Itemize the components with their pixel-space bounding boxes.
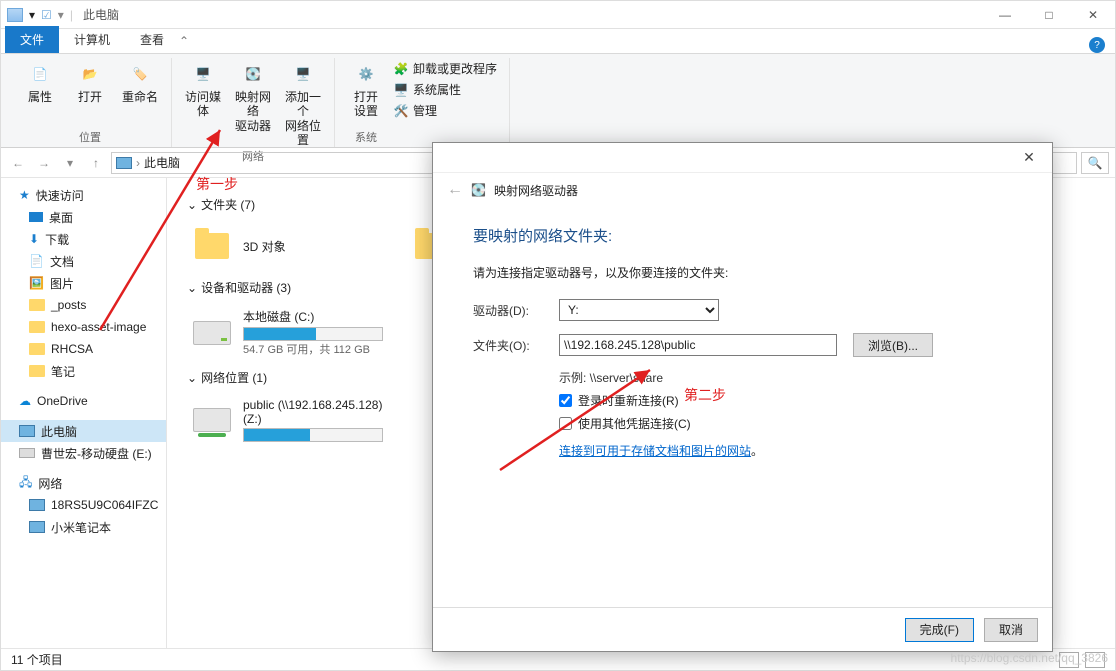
window-controls: — □ ✕ [983, 1, 1115, 29]
othercred-checkbox[interactable] [559, 417, 572, 430]
sidebar-net2[interactable]: 小米笔记本 [1, 516, 166, 538]
ribbon: 📄属性 📂打开 🏷️重命名 位置 🖥️访问媒体 💽映射网络 驱动器 🖥️添加一个… [1, 54, 1115, 148]
sidebar-notes[interactable]: 笔记 [1, 360, 166, 382]
sidebar-network[interactable]: 🖧网络 [1, 472, 166, 494]
dialog-close-button[interactable]: ✕ [1014, 149, 1044, 166]
qat-dropdown-icon[interactable]: ▾ [58, 8, 64, 22]
reconnect-checkbox[interactable] [559, 394, 572, 407]
sidebar-pictures[interactable]: 🖼️图片 [1, 272, 166, 294]
folder-label: 文件夹(O): [473, 337, 543, 354]
window-title: 此电脑 [83, 6, 119, 23]
manage-button[interactable]: 🛠️管理 [393, 102, 497, 119]
chevron-down-icon: ⌄ [187, 371, 197, 385]
open-settings-button[interactable]: ⚙️打开 设置 [343, 58, 389, 119]
pc-icon [116, 157, 132, 169]
maximize-button[interactable]: □ [1027, 1, 1071, 29]
open-button[interactable]: 📂打开 [67, 58, 113, 104]
drive-c[interactable]: 本地磁盘 (C:) 54.7 GB 可用，共 112 GB [187, 304, 387, 361]
map-network-drive-dialog: ✕ ← 💽 映射网络驱动器 要映射的网络文件夹: 请为连接指定驱动器号，以及你要… [432, 142, 1053, 652]
help-icon[interactable]: ? [1089, 37, 1105, 53]
group-label-location: 位置 [79, 129, 101, 145]
titlebar: ▾ ☑ ▾ | 此电脑 — □ ✕ [1, 1, 1115, 29]
sidebar-net1[interactable]: 18RS5U9C064IFZC [1, 494, 166, 516]
dialog-header: ← 💽 映射网络驱动器 [433, 173, 1052, 207]
minimize-button[interactable]: — [983, 1, 1027, 29]
ribbon-group-system: ⚙️打开 设置 系统 🧩卸载或更改程序 🖥️系统属性 🛠️管理 [335, 58, 510, 147]
reconnect-checkbox-row[interactable]: 登录时重新连接(R) [559, 392, 1012, 409]
close-button[interactable]: ✕ [1071, 1, 1115, 29]
app-icon [7, 8, 23, 22]
group-label-system: 系统 [355, 129, 377, 145]
sidebar-onedrive[interactable]: ☁OneDrive [1, 390, 166, 412]
network-drive-z[interactable]: public (\\192.168.245.128) (Z:) [187, 394, 387, 446]
sidebar-hexo[interactable]: hexo-asset-image [1, 316, 166, 338]
dialog-footer: 完成(F) 取消 [433, 607, 1052, 651]
othercred-label: 使用其他凭据连接(C) [578, 415, 691, 432]
properties-button[interactable]: 📄属性 [17, 58, 63, 104]
qat-item[interactable]: ▾ [29, 8, 35, 22]
folder-3dobjects[interactable]: 3D 对象 [187, 221, 387, 271]
status-count: 11 个项目 [11, 651, 63, 668]
uninstall-programs-button[interactable]: 🧩卸载或更改程序 [393, 60, 497, 77]
chevron-down-icon: ⌄ [187, 281, 197, 295]
dialog-description: 请为连接指定驱动器号，以及你要连接的文件夹: [473, 264, 1012, 281]
chevron-right-icon[interactable]: › [136, 156, 140, 170]
dialog-heading: 要映射的网络文件夹: [473, 225, 1012, 246]
sidebar-downloads[interactable]: ⬇下载 [1, 228, 166, 250]
sidebar-desktop[interactable]: 桌面 [1, 206, 166, 228]
othercred-checkbox-row[interactable]: 使用其他凭据连接(C) [559, 415, 1012, 432]
cancel-button[interactable]: 取消 [984, 618, 1038, 642]
tab-view[interactable]: 查看 [125, 26, 179, 53]
drive-icon: 💽 [471, 183, 486, 197]
chevron-down-icon: ⌄ [187, 198, 197, 212]
quick-access-toolbar: ▾ ☑ ▾ | 此电脑 [1, 6, 119, 23]
sidebar-quick-access[interactable]: ★快速访问 [1, 184, 166, 206]
folder-input[interactable] [559, 334, 837, 356]
dialog-title: 映射网络驱动器 [494, 182, 578, 199]
folder-row: 文件夹(O): 浏览(B)... [473, 333, 1012, 357]
nav-up-button[interactable]: ↑ [85, 152, 107, 174]
ribbon-group-network: 🖥️访问媒体 💽映射网络 驱动器 🖥️添加一个 网络位置 网络 [172, 58, 335, 147]
nav-pane[interactable]: ★快速访问 桌面 ⬇下载 📄文档 🖼️图片 _posts hexo-asset-… [1, 178, 167, 648]
finish-button[interactable]: 完成(F) [905, 618, 974, 642]
storage-website-link[interactable]: 连接到可用于存储文档和图片的网站 [559, 442, 751, 459]
tab-file[interactable]: 文件 [5, 26, 59, 53]
sidebar-extdrive[interactable]: 曹世宏-移动硬盘 (E:) [1, 442, 166, 464]
nav-recent-button[interactable]: ▾ [59, 152, 81, 174]
watermark: https://blog.csdn.net/qq_3826 [951, 651, 1108, 665]
search-button[interactable]: 🔍 [1081, 152, 1109, 174]
breadcrumb-thispc[interactable]: 此电脑 [144, 154, 180, 171]
ribbon-group-location: 📄属性 📂打开 🏷️重命名 位置 [9, 58, 172, 147]
access-media-button[interactable]: 🖥️访问媒体 [180, 58, 226, 148]
drive-select[interactable]: Y: [559, 299, 719, 321]
tab-computer[interactable]: 计算机 [59, 26, 125, 53]
rename-button[interactable]: 🏷️重命名 [117, 58, 163, 104]
drive-row: 驱动器(D): Y: [473, 299, 1012, 321]
nav-back-button[interactable]: ← [7, 152, 29, 174]
map-drive-button[interactable]: 💽映射网络 驱动器 [230, 58, 276, 148]
sidebar-posts[interactable]: _posts [1, 294, 166, 316]
capacity-bar [243, 327, 383, 341]
drive-label: 驱动器(D): [473, 302, 543, 319]
ribbon-collapse-icon[interactable]: ⌃ [179, 34, 189, 48]
sidebar-rhcsa[interactable]: RHCSA [1, 338, 166, 360]
sidebar-thispc[interactable]: 此电脑 [1, 420, 166, 442]
sidebar-documents[interactable]: 📄文档 [1, 250, 166, 272]
dialog-titlebar: ✕ [433, 143, 1052, 173]
nav-forward-button[interactable]: → [33, 152, 55, 174]
capacity-bar [243, 428, 383, 442]
example-text: 示例: \\server\share [559, 369, 1012, 386]
ribbon-tabs: 文件 计算机 查看 ⌃ ? [1, 29, 1115, 54]
add-network-location-button[interactable]: 🖥️添加一个 网络位置 [280, 58, 326, 148]
qat-check-icon[interactable]: ☑ [41, 8, 52, 22]
dialog-back-button[interactable]: ← [447, 181, 463, 199]
system-properties-button[interactable]: 🖥️系统属性 [393, 81, 497, 98]
reconnect-label: 登录时重新连接(R) [578, 392, 679, 409]
browse-button[interactable]: 浏览(B)... [853, 333, 933, 357]
